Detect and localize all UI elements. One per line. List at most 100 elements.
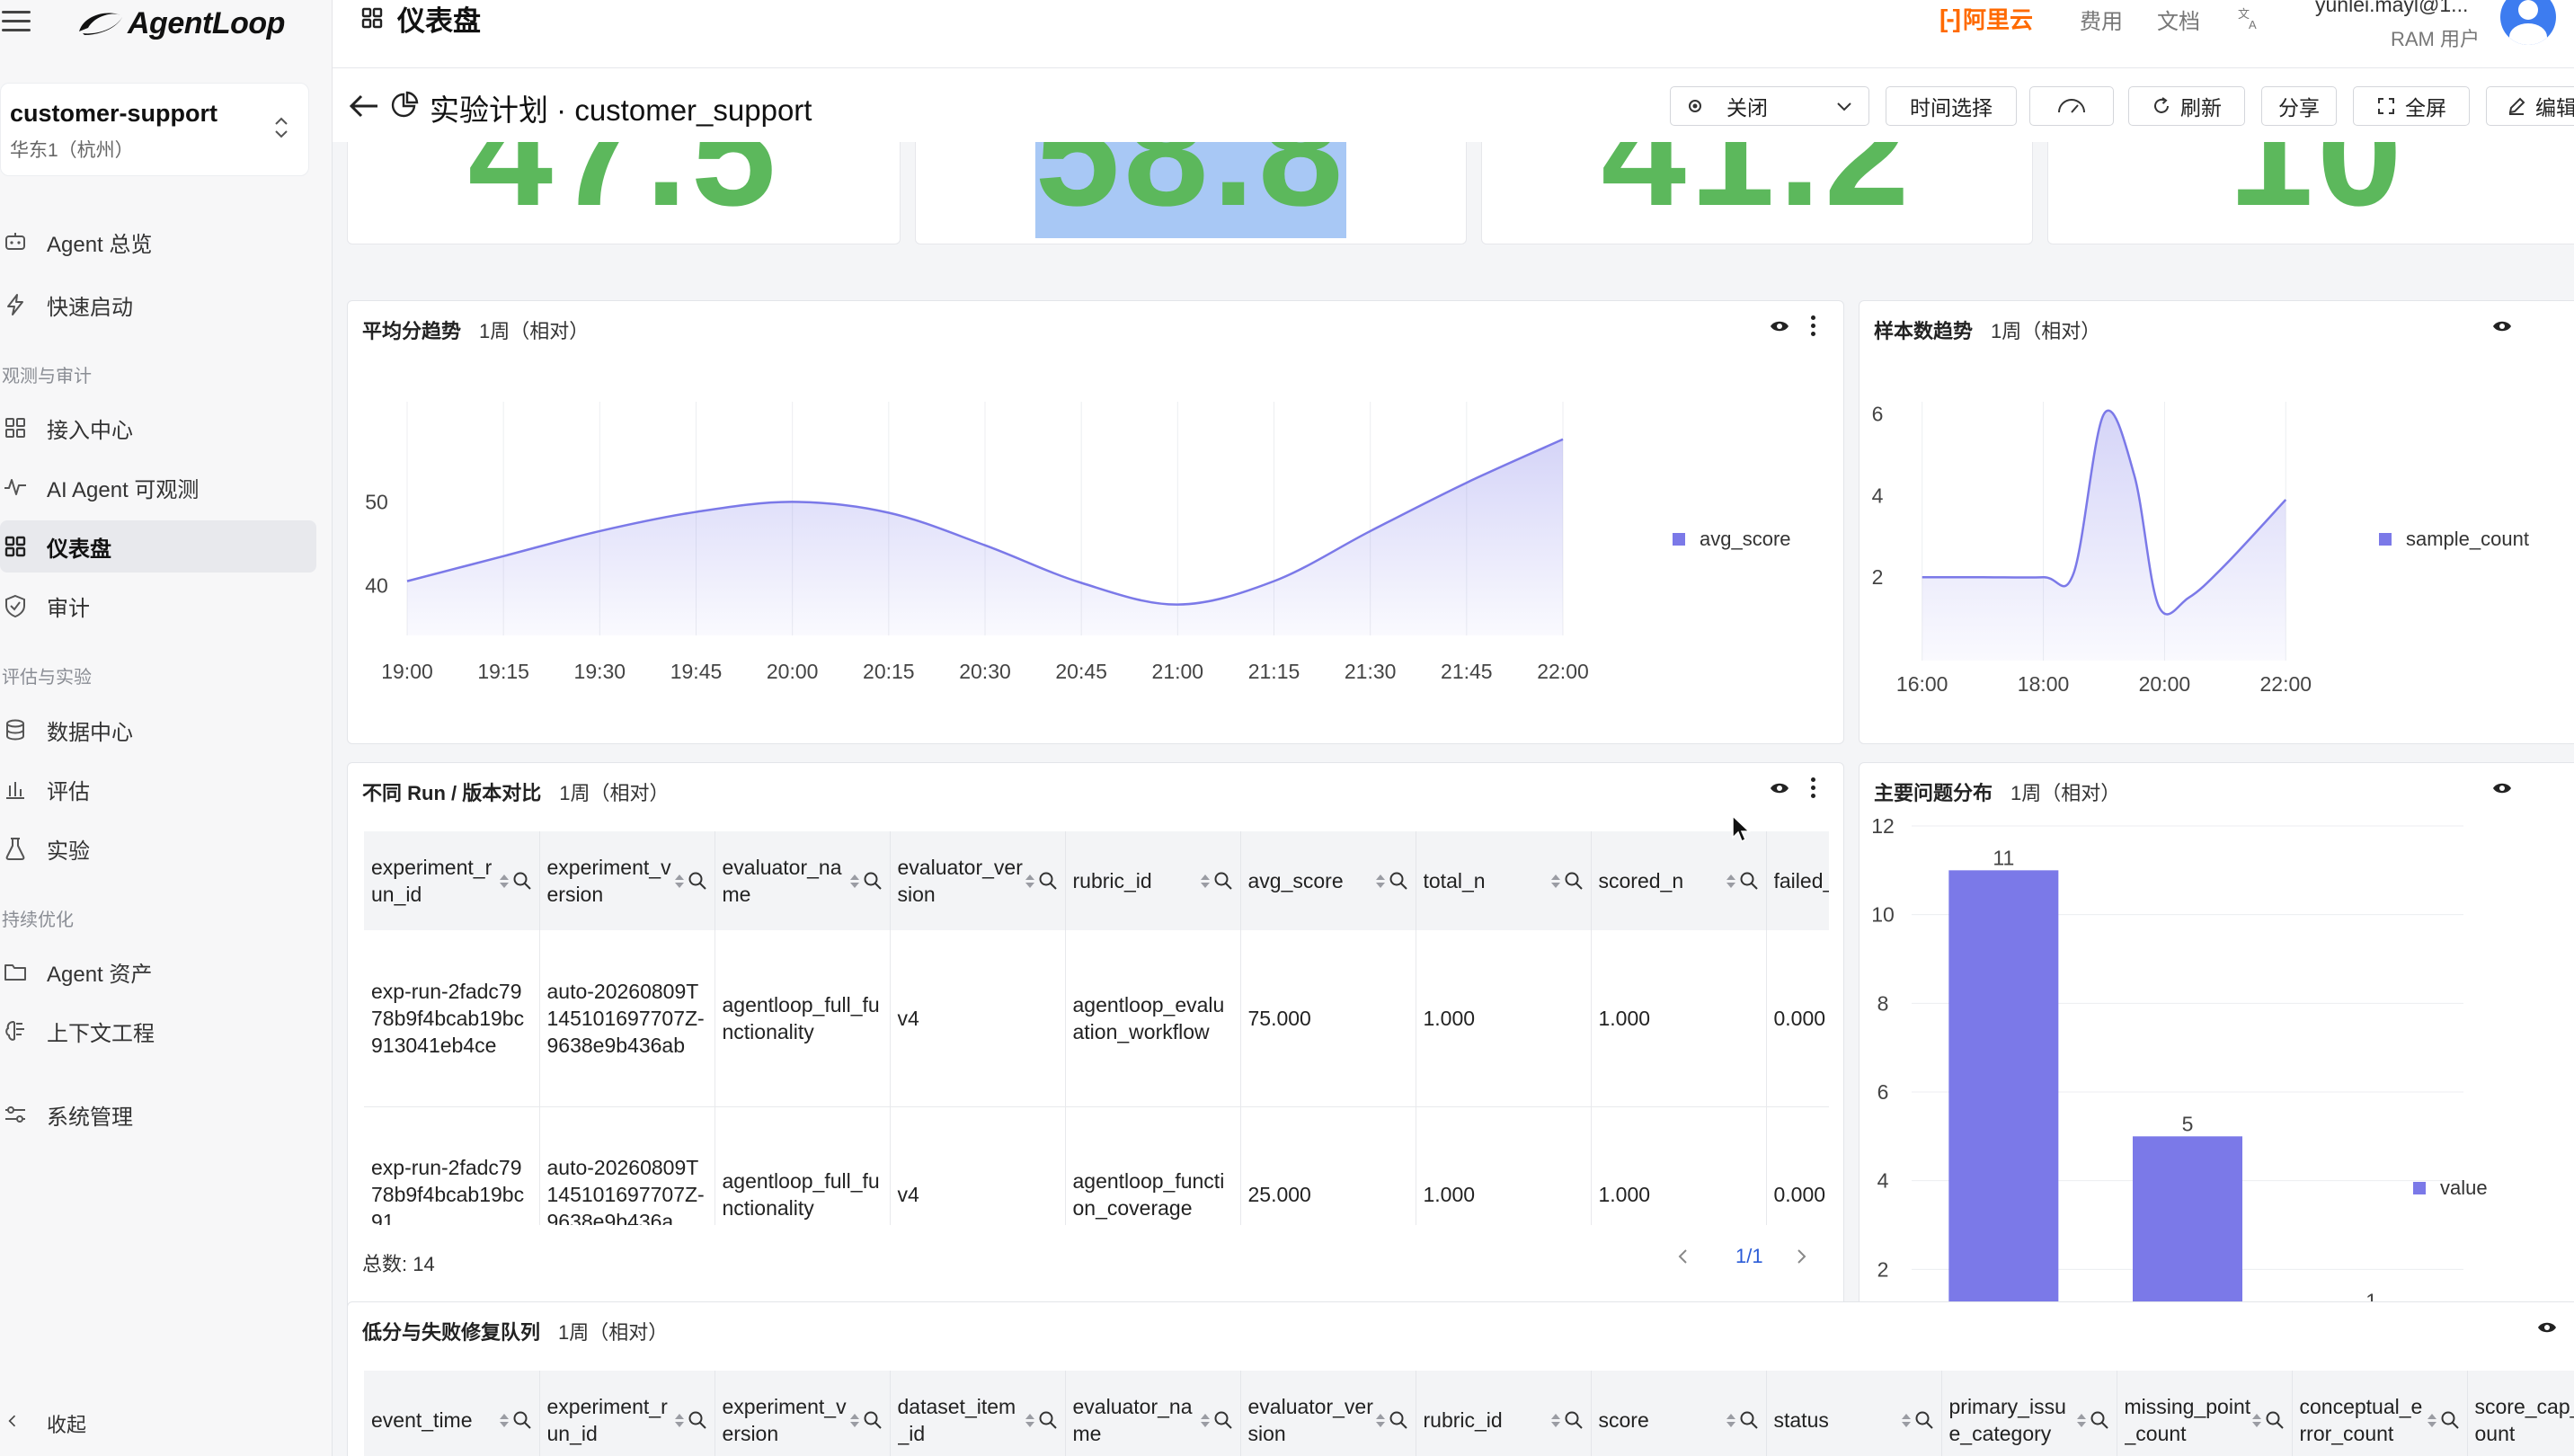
search-icon[interactable] — [688, 1410, 707, 1430]
search-icon[interactable] — [1564, 871, 1584, 891]
sidebar-item-agent-overview[interactable]: Agent 总览 — [0, 216, 316, 268]
sidebar-item-label: 数据中心 — [47, 720, 133, 745]
column-header[interactable]: scored_n — [1591, 831, 1767, 930]
search-icon[interactable] — [1038, 871, 1058, 891]
search-icon[interactable] — [1739, 871, 1759, 891]
panel-header: 主要问题分布 1周（相对） — [1874, 777, 2120, 806]
column-header[interactable]: evaluator_version — [1240, 1371, 1416, 1456]
link-billing[interactable]: 费用 — [2080, 4, 2123, 35]
y-tick-label: 4 — [1872, 484, 1884, 507]
chart-legend[interactable]: value — [2413, 1176, 2488, 1200]
table-cell: 0.000 — [1766, 1106, 1829, 1225]
search-icon[interactable] — [1914, 1410, 1934, 1430]
search-icon[interactable] — [1739, 1410, 1759, 1430]
column-header[interactable]: experiment_version — [539, 831, 715, 930]
search-icon[interactable] — [512, 1410, 532, 1430]
fullscreen-button[interactable]: 全屏 — [2353, 86, 2470, 126]
column-header[interactable]: score_cap_count — [2467, 1371, 2574, 1456]
hamburger-menu-icon[interactable] — [2, 11, 31, 32]
column-header[interactable]: evaluator_name — [715, 831, 891, 930]
column-header[interactable]: avg_score — [1240, 831, 1416, 930]
plan-title: 实验计划 · customer_support — [430, 93, 812, 127]
column-header[interactable]: experiment_version — [715, 1371, 891, 1456]
sidebar-item-experiment[interactable]: 实验 — [0, 822, 316, 874]
sidebar-collapse-button[interactable]: 收起 — [0, 1409, 86, 1438]
back-arrow-icon[interactable] — [347, 90, 381, 122]
eye-icon[interactable] — [1770, 319, 1789, 333]
y-tick-label: 6 — [1872, 403, 1884, 426]
time-select-button[interactable]: 时间选择 — [1886, 86, 2017, 126]
eye-icon[interactable] — [2537, 1320, 2557, 1335]
more-menu-icon[interactable] — [1809, 315, 1816, 339]
column-header[interactable]: conceptual_error_count — [2292, 1371, 2468, 1456]
column-header[interactable]: failed_ — [1766, 831, 1829, 930]
pie-chart-icon — [391, 91, 419, 118]
user-email[interactable]: yunlei.mayl@1... — [2315, 0, 2468, 17]
search-icon[interactable] — [1038, 1410, 1058, 1430]
column-header[interactable]: status — [1766, 1371, 1942, 1456]
app-logo[interactable]: AgentLoop — [74, 5, 285, 41]
search-icon[interactable] — [512, 871, 532, 891]
search-icon[interactable] — [688, 871, 707, 891]
sidebar-item-dashboard[interactable]: 仪表盘 — [0, 520, 316, 573]
column-header[interactable]: rubric_id — [1065, 831, 1241, 930]
sidebar-item-access-center[interactable]: 接入中心 — [0, 402, 316, 454]
gauge-button[interactable] — [2029, 86, 2114, 126]
sidebar-item-data-center[interactable]: 数据中心 — [0, 704, 316, 756]
translate-icon[interactable]: 文A — [2236, 5, 2261, 31]
search-icon[interactable] — [1564, 1410, 1584, 1430]
aliyun-brand-text: 阿里云 — [1962, 6, 2033, 33]
search-icon[interactable] — [1213, 871, 1233, 891]
x-tick-label: 21:15 — [1248, 660, 1300, 683]
auto-refresh-select[interactable]: 关闭 — [1670, 86, 1869, 126]
eye-icon[interactable] — [2492, 781, 2512, 795]
sidebar-item-audit[interactable]: 审计 — [0, 580, 316, 632]
chevron-right-icon[interactable] — [1792, 1247, 1810, 1265]
chart-legend[interactable]: avg_score — [1673, 528, 1791, 551]
column-header[interactable]: evaluator_version — [890, 831, 1066, 930]
column-header[interactable]: score — [1591, 1371, 1767, 1456]
column-header[interactable]: evaluator_name — [1065, 1371, 1241, 1456]
sidebar-item-evaluate[interactable]: 评估 — [0, 763, 316, 815]
sidebar-item-ai-observability[interactable]: AI Agent 可观测 — [0, 461, 316, 513]
workspace-switcher[interactable]: customer-support 华东1（杭州） — [0, 83, 309, 176]
more-menu-icon[interactable] — [1809, 777, 1816, 801]
column-header[interactable]: primary_issue_category — [1941, 1371, 2117, 1456]
eye-icon[interactable] — [1770, 781, 1789, 795]
refresh-button[interactable]: 刷新 — [2128, 86, 2245, 126]
aliyun-brand[interactable]: [-] 阿里云 — [1939, 2, 2033, 35]
search-icon[interactable] — [2090, 1410, 2109, 1430]
search-icon[interactable] — [863, 1410, 883, 1430]
table-cell: agentloop_full_functionality — [715, 1106, 891, 1225]
avatar[interactable] — [2500, 0, 2556, 45]
column-header[interactable]: total_n — [1416, 831, 1592, 930]
search-icon[interactable] — [1389, 1410, 1408, 1430]
table-viewport[interactable]: experiment_run_id experiment_version evalu… — [364, 831, 1829, 1225]
column-header[interactable]: dataset_item_id — [890, 1371, 1066, 1456]
sidebar-item-context-engineering[interactable]: 上下文工程 — [0, 1005, 316, 1057]
search-icon[interactable] — [2440, 1410, 2460, 1430]
search-icon[interactable] — [2265, 1410, 2285, 1430]
column-header[interactable]: event_time — [364, 1371, 540, 1456]
chart-legend[interactable]: sample_count — [2379, 528, 2529, 551]
table-row[interactable]: exp-run-2fadc7978b9f4bcab19bc91 auto-2026… — [364, 1106, 1829, 1225]
column-header[interactable]: rubric_id — [1416, 1371, 1592, 1456]
table-cell: 1.000 — [1591, 1106, 1767, 1225]
column-header[interactable]: experiment_run_id — [364, 831, 540, 930]
sidebar-item-system-admin[interactable]: 系统管理 — [0, 1088, 316, 1141]
link-docs[interactable]: 文档 — [2157, 4, 2200, 35]
table-row[interactable]: exp-run-2fadc7978b9f4bcab19bc913041eb4ce… — [364, 930, 1829, 1107]
search-icon[interactable] — [1213, 1410, 1233, 1430]
mouse-cursor-icon — [1732, 814, 1751, 843]
eye-icon[interactable] — [2492, 319, 2512, 333]
table-viewport[interactable]: event_time experiment_run_id experiment_ve… — [364, 1371, 2574, 1456]
search-icon[interactable] — [1389, 871, 1408, 891]
share-button[interactable]: 分享 — [2261, 86, 2337, 126]
column-header[interactable]: missing_point_count — [2117, 1371, 2293, 1456]
column-header[interactable]: experiment_run_id — [539, 1371, 715, 1456]
sidebar-item-quick-start[interactable]: 快速启动 — [0, 279, 316, 331]
search-icon[interactable] — [863, 871, 883, 891]
edit-button[interactable]: 编辑 — [2486, 86, 2574, 126]
sidebar-item-agent-assets[interactable]: Agent 资产 — [0, 946, 316, 998]
chevron-left-icon[interactable] — [1674, 1247, 1692, 1265]
